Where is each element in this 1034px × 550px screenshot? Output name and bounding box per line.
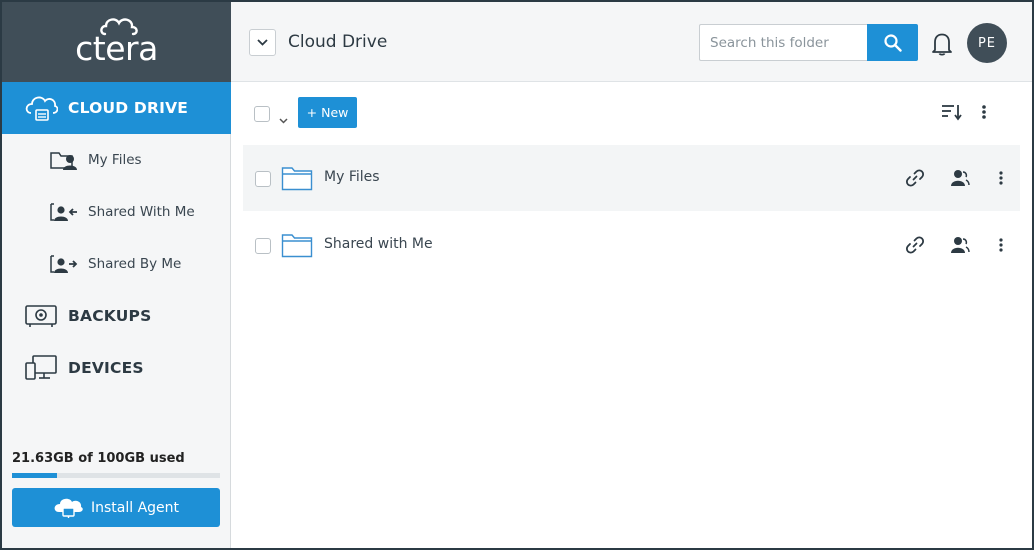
backup-icon (24, 303, 58, 329)
sidebar-item-label: Shared With Me (88, 204, 195, 220)
logo[interactable]: ctera (2, 2, 231, 82)
sidebar-item-label: My Files (88, 152, 142, 168)
logo-text: ctera (75, 28, 158, 68)
app-window: ctera CLOUD DRIVE My Files Shared With M… (0, 0, 1034, 550)
more-options-icon[interactable] (998, 237, 1004, 257)
sidebar-item-devices[interactable]: DEVICES (2, 342, 231, 394)
search-icon (883, 33, 902, 52)
share-user-icon[interactable] (949, 168, 971, 192)
devices-icon (24, 354, 58, 382)
cloud-computer-icon (53, 497, 83, 519)
more-options-icon[interactable] (981, 104, 987, 124)
link-icon[interactable] (905, 168, 925, 192)
folder-icon (281, 232, 313, 262)
search-button[interactable] (867, 24, 918, 61)
chevron-down-icon (257, 39, 268, 46)
file-name[interactable]: My Files (324, 169, 380, 185)
user-avatar[interactable]: PE (967, 23, 1007, 63)
storage-usage-bar (12, 473, 220, 478)
file-row[interactable]: My Files (243, 145, 1020, 211)
sidebar-item-shared-by-me[interactable]: Shared By Me (2, 238, 231, 290)
sidebar-item-shared-with-me[interactable]: Shared With Me (2, 186, 231, 238)
notifications-bell-icon[interactable] (931, 32, 953, 60)
new-button[interactable]: + New (298, 97, 357, 128)
search-input[interactable] (699, 24, 867, 61)
install-agent-label: Install Agent (90, 499, 180, 516)
storage-usage-text: 21.63GB of 100GB used (12, 451, 185, 466)
folder-dropdown-button[interactable] (249, 29, 276, 56)
sidebar-item-backups[interactable]: BACKUPS (2, 290, 231, 342)
header-bar: Cloud Drive PE (231, 2, 1032, 82)
file-name[interactable]: Shared with Me (324, 236, 433, 252)
storage-usage-fill (12, 473, 57, 478)
cloud-drive-icon (24, 93, 58, 123)
sidebar-item-label: CLOUD DRIVE (68, 99, 189, 117)
shared-by-me-icon (50, 253, 78, 275)
row-checkbox[interactable] (255, 171, 271, 187)
share-user-icon[interactable] (949, 235, 971, 259)
row-checkbox[interactable] (255, 238, 271, 254)
link-icon[interactable] (905, 235, 925, 259)
more-options-icon[interactable] (998, 170, 1004, 190)
shared-with-me-icon (50, 201, 78, 223)
sidebar-item-label: DEVICES (68, 359, 144, 377)
file-row[interactable]: Shared with Me (243, 212, 1020, 278)
select-all-checkbox[interactable] (254, 106, 270, 122)
my-files-icon (50, 149, 78, 171)
page-title: Cloud Drive (288, 32, 388, 52)
folder-icon (281, 165, 313, 195)
sidebar-item-label: Shared By Me (88, 256, 182, 272)
select-options-chevron-icon[interactable] (279, 109, 288, 128)
sidebar-item-my-files[interactable]: My Files (2, 134, 231, 186)
sidebar-item-label: BACKUPS (68, 307, 152, 325)
install-agent-button[interactable]: Install Agent (12, 488, 220, 527)
sort-icon[interactable] (941, 103, 963, 125)
sidebar: ctera CLOUD DRIVE My Files Shared With M… (2, 2, 231, 548)
sidebar-item-cloud-drive[interactable]: CLOUD DRIVE (2, 82, 231, 134)
